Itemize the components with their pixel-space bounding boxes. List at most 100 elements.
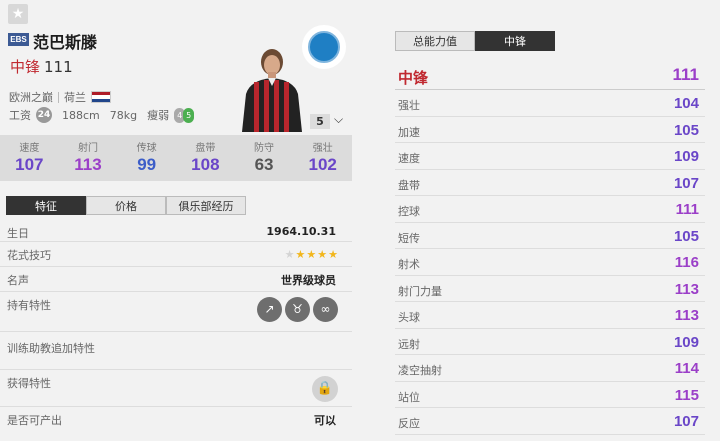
attribute-value: 109 bbox=[673, 333, 699, 351]
attribute-row: 远射 109 bbox=[395, 329, 705, 355]
chevron-down-icon[interactable]: ⌵ bbox=[334, 112, 343, 127]
stat-label: 传球 bbox=[136, 143, 157, 154]
physical-info-line: 工资 24 188cm 78kg 瘦弱 4 5 bbox=[9, 107, 195, 123]
attribute-row: 强壮 104 bbox=[395, 90, 705, 117]
stat-value: 102 bbox=[308, 155, 337, 174]
stat-label: 盘带 bbox=[195, 143, 216, 154]
attribute-label: 短传 bbox=[398, 231, 420, 245]
nation-label: 荷兰 bbox=[64, 91, 86, 104]
tab-overall[interactable]: 总能力值 bbox=[395, 31, 475, 51]
attribute-value: 115 bbox=[674, 386, 699, 404]
attribute-label: 盘带 bbox=[398, 178, 420, 192]
tab-striker[interactable]: 中锋 bbox=[475, 31, 555, 51]
summary-stats-bar: 速度 107 射门 113 传球 99 盘带 108 防守 63 强壮 102 bbox=[0, 135, 352, 181]
star-icon: ★ bbox=[306, 248, 317, 261]
height-value: 188cm bbox=[62, 108, 100, 122]
foot-indicator: 4 5 bbox=[174, 107, 195, 123]
attribute-list: 强壮 104 加速 105 速度 109 盘带 107 控球 111 短传 105 射术 116 射门力量 1… bbox=[395, 90, 705, 435]
coach-traits-row: 训练助教追加特性 bbox=[0, 332, 352, 370]
right-tabs: 总能力值 中锋 bbox=[395, 31, 555, 51]
traits-label: 持有特性 bbox=[7, 299, 51, 312]
summary-stat: 速度 107 bbox=[0, 135, 59, 181]
tab-club-history[interactable]: 俱乐部经历 bbox=[166, 196, 246, 215]
stat-label: 强壮 bbox=[312, 143, 333, 154]
stat-value: 107 bbox=[15, 155, 44, 174]
attribute-value: 116 bbox=[674, 254, 699, 271]
attribute-row: 反应 107 bbox=[395, 408, 705, 435]
skill-moves-row: 花式技巧 ★ ★ ★ ★ ★ bbox=[0, 242, 352, 267]
star-icon: ★ bbox=[295, 248, 306, 261]
attribute-row: 盘带 107 bbox=[395, 170, 705, 196]
netherlands-flag-icon bbox=[91, 91, 111, 103]
club-logo bbox=[302, 25, 346, 69]
attribute-value: 107 bbox=[673, 174, 699, 192]
left-tabs: 特征 价格 俱乐部经历 bbox=[6, 196, 246, 215]
star-icon: ★ bbox=[284, 248, 295, 261]
birthday-label: 生日 bbox=[7, 227, 29, 240]
obtain-label: 获得特性 bbox=[7, 377, 51, 390]
summary-stat: 射门 113 bbox=[59, 135, 118, 181]
attribute-row: 短传 105 bbox=[395, 223, 705, 249]
skill-stars: ★ ★ ★ ★ ★ bbox=[285, 249, 338, 260]
stat-label: 防守 bbox=[254, 143, 275, 154]
birthday-row: 生日 1964.10.31 bbox=[0, 220, 352, 242]
summary-stat: 强壮 102 bbox=[293, 135, 352, 181]
attribute-row: 控球 111 bbox=[395, 196, 705, 223]
coach-label: 训练助教追加特性 bbox=[7, 342, 95, 355]
attribute-label: 远射 bbox=[398, 337, 420, 351]
fame-row: 名声 世界级球员 bbox=[0, 267, 352, 292]
attribute-label: 头球 bbox=[398, 311, 420, 324]
stat-value: 113 bbox=[74, 155, 102, 174]
finesse-shot-icon[interactable]: ↗ bbox=[257, 297, 282, 322]
attribute-label: 控球 bbox=[398, 205, 420, 218]
position-rating: 111 bbox=[672, 65, 700, 84]
dribble-icon[interactable]: ∞ bbox=[313, 297, 338, 322]
attribute-label: 反应 bbox=[398, 417, 420, 430]
attribute-value: 109 bbox=[673, 148, 699, 165]
attribute-value: 114 bbox=[674, 360, 699, 377]
attribute-label: 强壮 bbox=[398, 99, 420, 112]
stat-value: 99 bbox=[137, 155, 157, 174]
attribute-row: 速度 109 bbox=[395, 143, 705, 170]
attribute-label: 射术 bbox=[398, 258, 420, 271]
attribute-value: 111 bbox=[675, 201, 699, 218]
produce-value: 可以 bbox=[314, 414, 336, 427]
position-rating-header: 中锋 111 bbox=[395, 64, 705, 90]
attribute-label: 速度 bbox=[398, 152, 420, 165]
player-name: 范巴斯滕 bbox=[33, 33, 98, 52]
position-label: 中锋 bbox=[398, 69, 429, 87]
overall-rating: 111 bbox=[44, 58, 73, 76]
attribute-label: 加速 bbox=[398, 125, 420, 139]
league-nation-line: 欧洲之巅 荷兰 bbox=[9, 89, 111, 105]
attributes-panel: 总能力值 中锋 中锋 111 强壮 104 加速 105 速度 109 盘带 107 控球 111… bbox=[395, 0, 720, 441]
attribute-label: 站位 bbox=[398, 390, 420, 404]
birthday-value: 1964.10.31 bbox=[266, 225, 336, 238]
summary-stat: 盘带 108 bbox=[176, 135, 235, 181]
level-indicator[interactable]: 5 bbox=[310, 114, 330, 129]
favorite-star-icon[interactable]: ★ bbox=[8, 4, 28, 24]
attribute-row: 加速 105 bbox=[395, 117, 705, 143]
skill-label: 花式技巧 bbox=[7, 249, 51, 262]
attribute-value: 105 bbox=[673, 227, 699, 245]
summary-stat: 防守 63 bbox=[235, 135, 294, 181]
fame-label: 名声 bbox=[7, 274, 29, 287]
attribute-row: 站位 115 bbox=[395, 382, 705, 408]
weight-value: 78kg bbox=[109, 108, 138, 122]
traits-row: 持有特性 ↗ ♉ ∞ bbox=[0, 292, 352, 332]
bull-icon[interactable]: ♉ bbox=[285, 297, 310, 322]
position-rating: 中锋 111 bbox=[10, 56, 73, 77]
tab-price[interactable]: 价格 bbox=[86, 196, 166, 215]
lock-icon[interactable]: 🔒 bbox=[312, 376, 338, 402]
attribute-row: 凌空抽射 114 bbox=[395, 355, 705, 382]
stat-label: 速度 bbox=[19, 143, 40, 154]
attribute-label: 凌空抽射 bbox=[398, 364, 442, 377]
attribute-value: 105 bbox=[673, 121, 699, 139]
produce-label: 是否可产出 bbox=[7, 414, 62, 427]
star-icon: ★ bbox=[328, 248, 338, 261]
body-type: 瘦弱 bbox=[147, 109, 170, 122]
fame-value: 世界级球员 bbox=[281, 274, 336, 287]
wage-value: 24 bbox=[36, 107, 52, 123]
stat-value: 108 bbox=[191, 155, 220, 174]
trait-icons: ↗ ♉ ∞ bbox=[257, 297, 338, 322]
tab-traits[interactable]: 特征 bbox=[6, 196, 86, 215]
